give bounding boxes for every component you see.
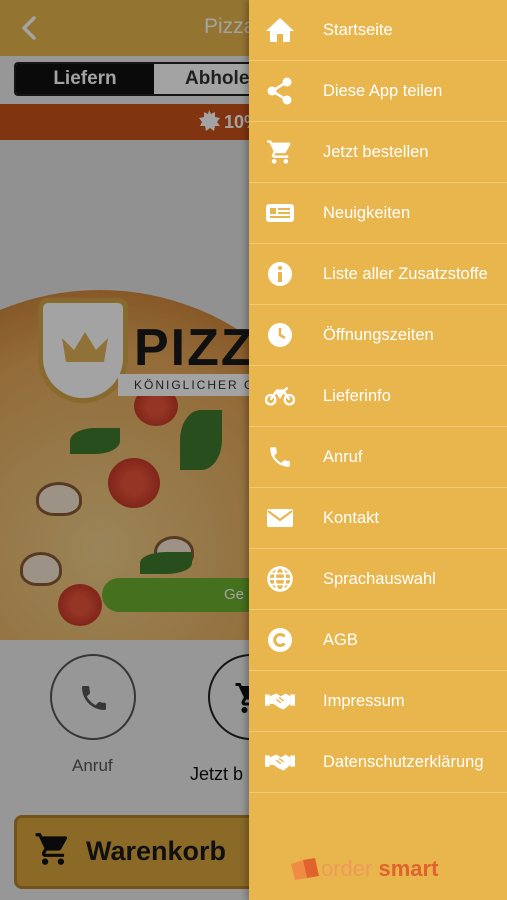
- menu-item-order[interactable]: Jetzt bestellen: [249, 122, 507, 183]
- share-icon: [265, 76, 295, 106]
- menu-label: Sprachauswahl: [323, 570, 436, 588]
- navigation-drawer: Startseite Diese App teilen Jetzt bestel…: [249, 0, 507, 900]
- news-icon: [265, 198, 295, 228]
- menu-item-share[interactable]: Diese App teilen: [249, 61, 507, 122]
- menu-item-opening-hours[interactable]: Öffnungszeiten: [249, 305, 507, 366]
- menu-label: Neuigkeiten: [323, 204, 411, 222]
- menu-item-delivery-info[interactable]: Lieferinfo: [249, 366, 507, 427]
- menu-item-additives[interactable]: Liste aller Zusatzstoffe: [249, 244, 507, 305]
- ordersmart-brand: order smart: [291, 856, 438, 882]
- menu-item-imprint[interactable]: Impressum: [249, 671, 507, 732]
- brand-part-smart: smart: [378, 856, 439, 881]
- menu-label: Startseite: [323, 21, 393, 39]
- menu-label: AGB: [323, 631, 358, 649]
- home-icon: [265, 15, 295, 45]
- menu-label: Anruf: [323, 448, 363, 466]
- menu-item-language[interactable]: Sprachauswahl: [249, 549, 507, 610]
- menu-label: Lieferinfo: [323, 387, 391, 405]
- motorbike-icon: [265, 381, 295, 411]
- clock-icon: [265, 320, 295, 350]
- menu-label: Kontakt: [323, 509, 379, 527]
- menu-label: Liste aller Zusatzstoffe: [323, 265, 488, 283]
- menu-item-terms[interactable]: AGB: [249, 610, 507, 671]
- menu-item-startseite[interactable]: Startseite: [249, 0, 507, 61]
- menu-label: Impressum: [323, 692, 405, 710]
- copyright-icon: [265, 625, 295, 655]
- info-icon: [265, 259, 295, 289]
- menu-label: Datenschutzerklärung: [323, 753, 484, 771]
- brand-part-order: order: [321, 856, 373, 881]
- menu-item-news[interactable]: Neuigkeiten: [249, 183, 507, 244]
- handshake-icon: [265, 747, 295, 777]
- menu-label: Jetzt bestellen: [323, 143, 429, 161]
- menu-item-privacy[interactable]: Datenschutzerklärung: [249, 732, 507, 793]
- phone-icon: [265, 442, 295, 472]
- globe-icon: [265, 564, 295, 594]
- menu-item-call[interactable]: Anruf: [249, 427, 507, 488]
- mail-icon: [265, 503, 295, 533]
- menu-item-contact[interactable]: Kontakt: [249, 488, 507, 549]
- menu-label: Öffnungszeiten: [323, 326, 434, 344]
- handshake-icon: [265, 686, 295, 716]
- menu-label: Diese App teilen: [323, 82, 443, 100]
- cart-icon: [265, 137, 295, 167]
